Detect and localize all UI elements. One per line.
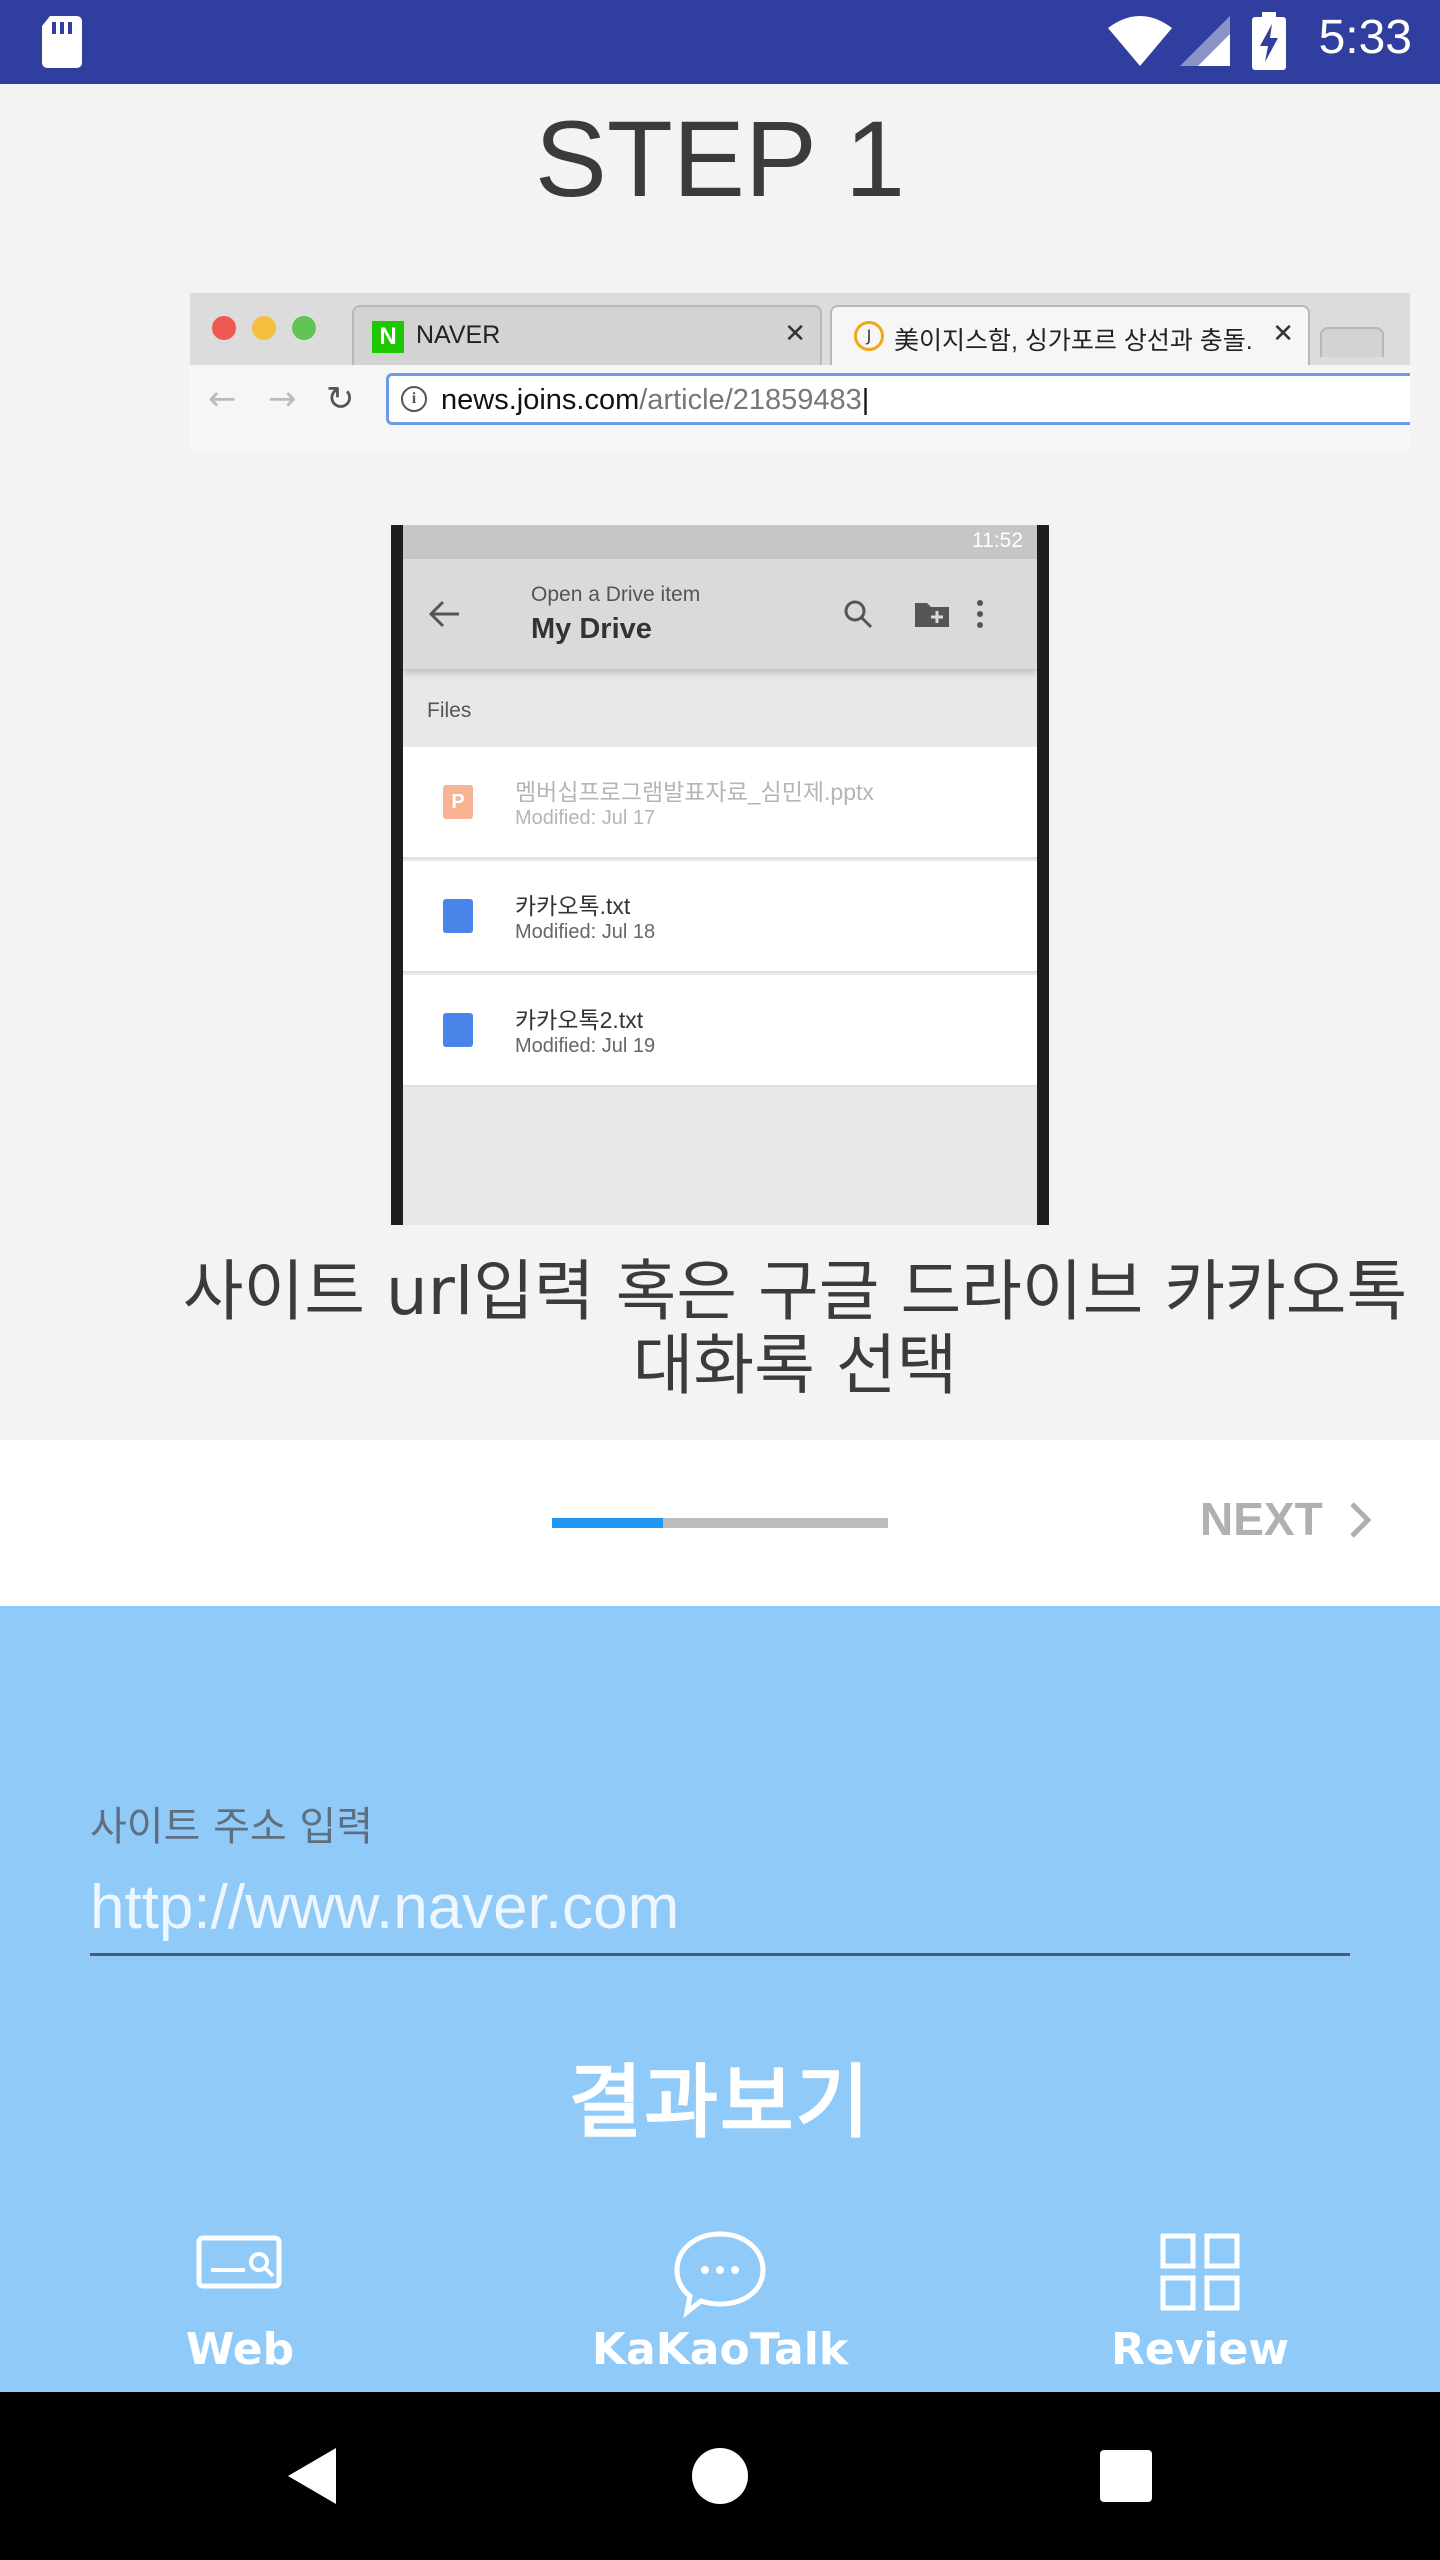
- status-bar: 5:33: [0, 0, 1440, 84]
- step-caption: 사이트 url입력 혹은 구글 드라이브 카카오톡 대화록 선택: [150, 1255, 1440, 1403]
- file-row: P 멤버십프로그램발표자료_심민제.pptx Modified: Jul 17: [403, 747, 1037, 859]
- phone-status-bar: 11:52: [403, 525, 1037, 559]
- tab-label: 美이지스함, 싱가포르 상선과 충돌...1: [894, 327, 1254, 355]
- web-search-icon: [196, 2235, 282, 2289]
- tutorial-pager: NEXT: [0, 1440, 1440, 1606]
- home-circle-icon[interactable]: [690, 2446, 750, 2506]
- tab-label: NAVER: [416, 321, 501, 349]
- browser-tab-joins: J 美이지스함, 싱가포르 상선과 충돌...1 ✕: [830, 305, 1310, 365]
- drive-screenshot: 11:52 Open a Drive item My Drive Files P…: [391, 525, 1049, 1225]
- url-input[interactable]: [90, 1862, 1350, 1956]
- drive-toolbar: Open a Drive item My Drive: [403, 559, 1037, 669]
- new-folder-icon: [915, 603, 949, 627]
- chat-bubble-icon: [674, 2231, 766, 2319]
- doc-file-icon: [443, 1013, 473, 1047]
- back-triangle-icon[interactable]: [286, 2446, 340, 2506]
- tab-close-icon: ✕: [784, 319, 806, 349]
- recents-square-icon[interactable]: [1098, 2448, 1154, 2504]
- nav-tab-kakaotalk[interactable]: KaKaoTalk: [570, 2230, 870, 2380]
- new-tab-button: [1320, 327, 1384, 357]
- naver-logo-icon: N: [372, 321, 404, 353]
- pptx-file-icon: P: [443, 785, 473, 819]
- page-progress-fill: [552, 1518, 663, 1528]
- browser-toolbar: ← → ↻ i news.joins.com/article/21859483|: [190, 365, 1410, 433]
- battery-charging-icon: [1252, 12, 1286, 70]
- cell-signal-icon: [1180, 16, 1230, 66]
- bookmarks-bar: [190, 433, 1410, 453]
- nav-tab-label: Web: [185, 2324, 295, 2375]
- doc-file-icon: [443, 899, 473, 933]
- file-name: 카카오톡2.txt: [515, 1007, 644, 1033]
- view-result-button[interactable]: 결과보기: [470, 2036, 970, 2156]
- back-arrow-icon: ←: [208, 379, 237, 419]
- sd-card-icon: [42, 16, 82, 68]
- drive-subtitle: Open a Drive item: [531, 583, 701, 606]
- caption-line-2: 대화록 선택: [632, 1327, 958, 1404]
- minimize-dot-icon: [252, 316, 276, 340]
- drive-title: My Drive: [531, 613, 652, 645]
- close-dot-icon: [212, 316, 236, 340]
- back-arrow-icon: [429, 600, 459, 628]
- forward-arrow-icon: →: [268, 379, 297, 419]
- reload-icon: ↻: [326, 379, 355, 419]
- url-host: news.joins.com: [441, 384, 640, 416]
- next-button[interactable]: NEXT: [1200, 1492, 1373, 1546]
- phone-screen: 11:52 Open a Drive item My Drive Files P…: [403, 525, 1037, 1225]
- file-modified: Modified: Jul 19: [515, 1035, 656, 1057]
- browser-tab-naver: N NAVER ✕: [352, 305, 822, 365]
- status-time: 5:33: [1318, 11, 1412, 64]
- maximize-dot-icon: [292, 316, 316, 340]
- search-icon: [844, 600, 873, 629]
- browser-tab-strip: N NAVER ✕ J 美이지스함, 싱가포르 상선과 충돌...1 ✕: [190, 293, 1410, 365]
- address-url: news.joins.com/article/21859483|: [441, 384, 870, 416]
- wifi-icon: [1108, 16, 1172, 66]
- nav-tab-label: KaKaoTalk: [591, 2324, 849, 2375]
- tab-close-icon: ✕: [1272, 319, 1294, 349]
- url-field-label: 사이트 주소 입력: [90, 1804, 374, 1850]
- phone-status-time: 11:52: [972, 529, 1023, 552]
- step-title: STEP 1: [534, 98, 906, 219]
- file-modified: Modified: Jul 18: [515, 921, 656, 943]
- system-nav-bar: [0, 2392, 1440, 2560]
- browser-screenshot: N NAVER ✕ J 美이지스함, 싱가포르 상선과 충돌...1 ✕ ← →…: [190, 293, 1410, 453]
- url-input-panel: 사이트 주소 입력 결과보기 Web KaKaoTalk Review: [0, 1606, 1440, 2392]
- file-row: 카카오톡.txt Modified: Jul 18: [403, 861, 1037, 973]
- caption-line-1: 사이트 url입력 혹은 구글 드라이브 카카오톡: [182, 1253, 1408, 1330]
- file-name: 멤버십프로그램발표자료_심민제.pptx: [515, 779, 874, 805]
- page-progress-track: [552, 1518, 888, 1528]
- files-section-label: Files: [427, 699, 472, 722]
- nav-tab-review[interactable]: Review: [1050, 2230, 1350, 2380]
- nav-tab-label: Review: [1111, 2324, 1289, 2375]
- file-row: 카카오톡2.txt Modified: Jul 19: [403, 975, 1037, 1087]
- info-icon: i: [401, 386, 427, 412]
- chevron-right-icon: [1350, 1502, 1373, 1538]
- file-modified: Modified: Jul 17: [515, 807, 656, 829]
- url-path: /article/21859483: [639, 384, 862, 416]
- more-vert-icon: [977, 600, 983, 628]
- nav-tab-web[interactable]: Web: [90, 2230, 390, 2380]
- address-bar: i news.joins.com/article/21859483|: [386, 373, 1410, 425]
- joins-logo-icon: J: [854, 321, 884, 351]
- next-label: NEXT: [1200, 1493, 1323, 1545]
- grid-icon: [1160, 2233, 1240, 2311]
- file-name: 카카오톡.txt: [515, 893, 631, 919]
